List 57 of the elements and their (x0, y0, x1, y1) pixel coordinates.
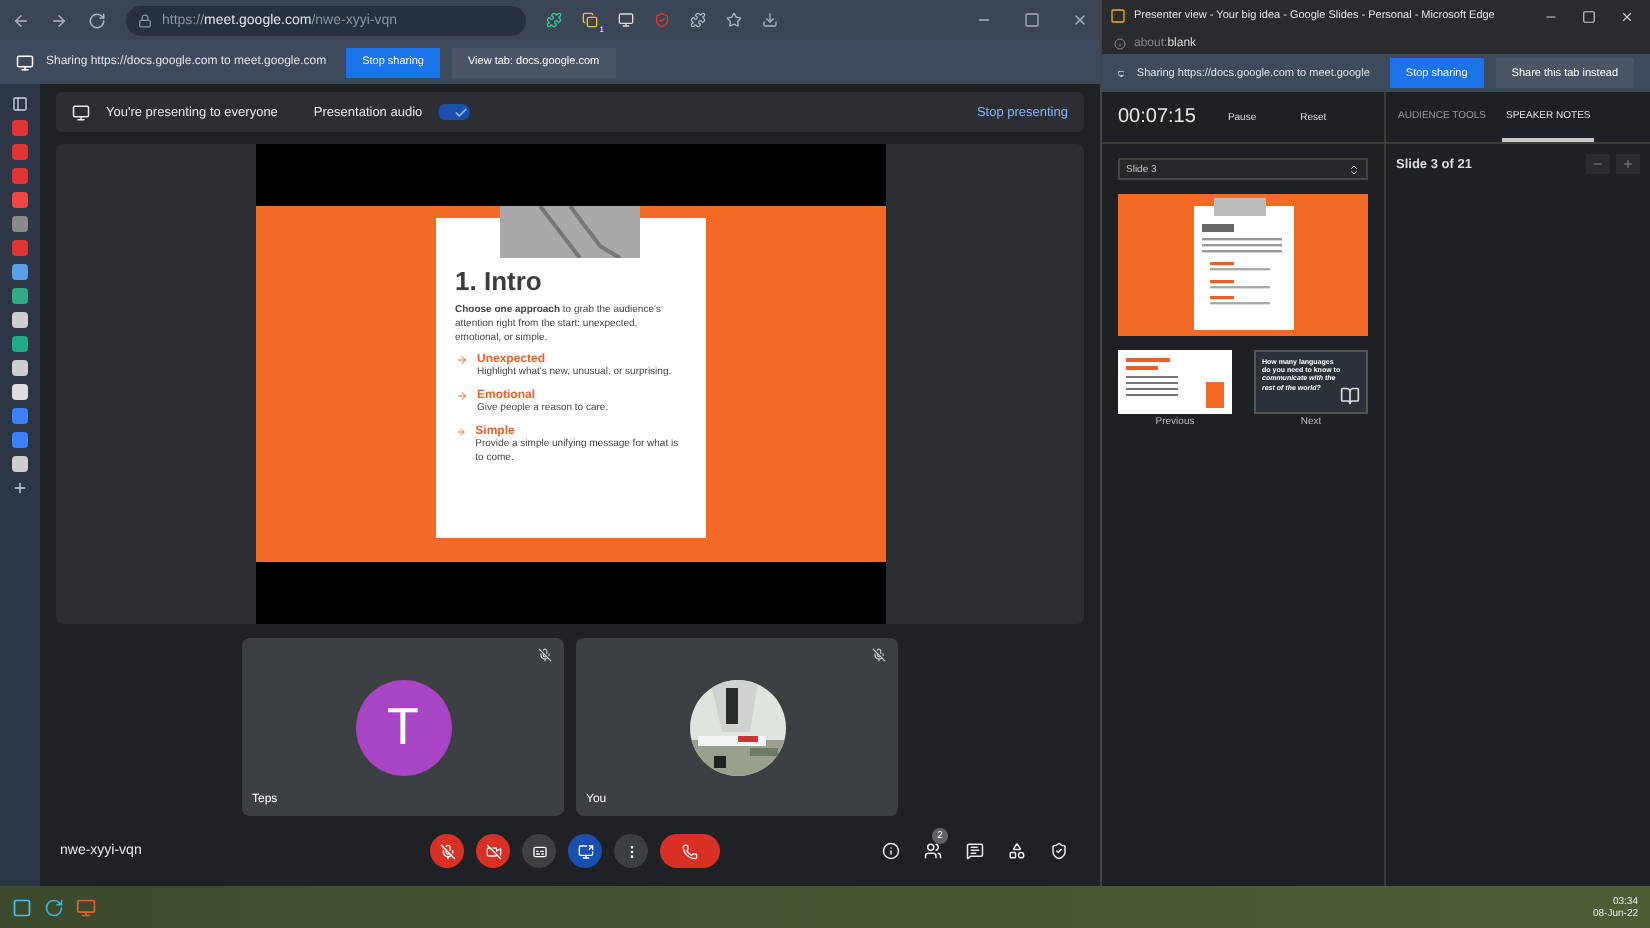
tape-drawing (499, 206, 639, 258)
minus-icon (1592, 158, 1604, 170)
lock-icon (138, 13, 152, 27)
present-screen-icon (577, 843, 593, 859)
people-button[interactable] (924, 842, 942, 860)
add-icon[interactable] (12, 480, 28, 496)
chat-button[interactable] (966, 842, 984, 860)
chat-icon (966, 842, 984, 860)
present-button[interactable] (568, 834, 602, 868)
maximize-icon[interactable] (1582, 9, 1596, 23)
muted-icon (538, 648, 552, 662)
shapes-icon (1008, 842, 1026, 860)
sidebar-icon[interactable] (12, 96, 28, 112)
screen-share-icon (1118, 65, 1125, 81)
audio-toggle[interactable] (438, 104, 471, 120)
end-call-button[interactable] (660, 834, 720, 868)
back-icon[interactable] (12, 11, 30, 29)
close-icon[interactable] (1072, 12, 1088, 28)
muted-icon (872, 648, 886, 662)
presentation-app-icon[interactable] (76, 897, 96, 917)
phone-icon (682, 843, 698, 859)
plus-icon (1622, 158, 1634, 170)
info-icon (882, 842, 900, 860)
document-icon (1340, 386, 1360, 406)
camera-button[interactable] (476, 834, 510, 868)
captions-icon (531, 843, 547, 859)
info-icon (1114, 37, 1126, 49)
close-icon[interactable] (1620, 9, 1634, 23)
avatar: T (355, 679, 451, 775)
captions-button[interactable] (522, 834, 556, 868)
previous-slide-drawing[interactable] (1118, 350, 1232, 414)
puzzle-icon[interactable] (690, 12, 706, 28)
extension-icon[interactable] (546, 12, 562, 28)
reload-icon[interactable] (88, 11, 106, 29)
forward-icon[interactable] (50, 11, 68, 29)
info-button[interactable] (882, 842, 900, 860)
camera-off-icon (485, 843, 501, 859)
arrow-icon (455, 354, 467, 367)
maximize-icon[interactable] (1024, 12, 1040, 28)
shield-icon (1050, 842, 1068, 860)
microphone-button[interactable] (430, 834, 464, 868)
arrow-icon (455, 390, 467, 402)
star-icon[interactable] (726, 12, 742, 28)
timer: 00:07:15 (1118, 106, 1196, 128)
shield-icon[interactable] (654, 12, 670, 28)
more-options-button[interactable] (614, 834, 648, 868)
slide-thumbnail-drawing[interactable] (1118, 194, 1368, 336)
people-icon (924, 842, 942, 860)
download-icon[interactable] (762, 12, 778, 28)
activities-button[interactable] (1008, 842, 1026, 860)
check-icon (454, 105, 469, 119)
screen-share-icon (16, 53, 34, 71)
slide-title: 1. Intro (455, 266, 544, 296)
mic-off-icon (439, 843, 455, 859)
host-button[interactable] (1050, 842, 1068, 860)
presentation-icon (72, 103, 90, 121)
arrow-icon (455, 425, 466, 438)
